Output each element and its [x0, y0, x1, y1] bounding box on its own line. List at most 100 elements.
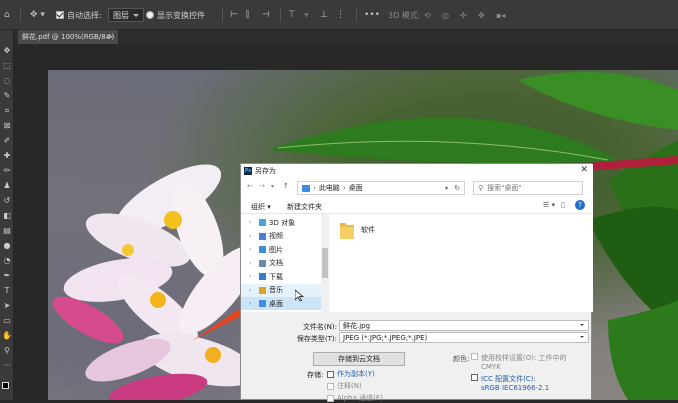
nav-item[interactable]: › 视频	[241, 230, 321, 243]
more-options-icon[interactable]: •••	[364, 0, 380, 30]
nav-item[interactable]: › 文档	[241, 257, 321, 270]
pen-icon[interactable]: ✒	[0, 269, 14, 282]
close-icon[interactable]: ✕	[580, 165, 588, 175]
new-folder-button[interactable]: 新建文件夹	[287, 202, 322, 212]
breadcrumb[interactable]: › 此电脑 › 桌面 ▾ ↻	[297, 181, 465, 195]
as-copy-checkbox[interactable]: 作为副本(Y)	[327, 369, 375, 379]
healing-icon[interactable]: ✚	[0, 149, 14, 162]
distribute-icon[interactable]: ⋮	[336, 0, 345, 30]
nav-item[interactable]: › 下载	[241, 270, 321, 283]
nav-item[interactable]: › 音乐	[241, 283, 321, 297]
align-hcenter-icon[interactable]: ⫿	[246, 0, 249, 30]
expand-arrow-icon[interactable]: ›	[249, 260, 251, 267]
folder-icon	[259, 219, 266, 226]
align-top-icon[interactable]: ⊤	[288, 0, 296, 30]
foreground-color-swatch[interactable]	[2, 382, 9, 389]
folder-icon	[259, 232, 266, 240]
dodge-icon[interactable]: ◔	[0, 254, 14, 267]
expand-arrow-icon[interactable]: ›	[249, 246, 251, 253]
command-bar: 组织 ▾ 新建文件夹 ☰ ▾ ▯ ?	[241, 198, 593, 214]
brush-icon[interactable]: ✏	[0, 164, 14, 177]
auto-select-checkbox[interactable]: 自动选择:	[56, 0, 102, 30]
checkbox-icon	[327, 394, 334, 402]
shape-icon[interactable]: ▭	[0, 314, 14, 327]
pan-3d-icon[interactable]: ✣	[460, 0, 467, 30]
slide-3d-icon[interactable]: ✥	[478, 0, 485, 30]
preview-pane-icon[interactable]: ▯	[561, 201, 565, 209]
expand-arrow-icon[interactable]: ›	[249, 219, 251, 226]
refresh-icon[interactable]: ↻	[454, 184, 460, 192]
roll-3d-icon[interactable]: ◎	[442, 0, 449, 30]
scale-3d-icon[interactable]: ▪◂	[496, 0, 505, 30]
folder-icon	[259, 273, 266, 280]
more-tools-icon[interactable]: ···	[0, 359, 14, 372]
nav-item-label: 视频	[269, 232, 283, 240]
expand-arrow-icon[interactable]: ›	[249, 287, 251, 294]
frame-icon[interactable]: ⊠	[0, 119, 14, 132]
nav-item[interactable]: › 图片	[241, 243, 321, 256]
search-placeholder: 搜索"桌面"	[487, 184, 522, 192]
quick-select-icon[interactable]: ✎	[0, 89, 14, 102]
nav-item[interactable]: › 桌面	[241, 297, 321, 310]
breadcrumb-item[interactable]: 此电脑	[319, 183, 340, 193]
align-right-icon[interactable]: ⊣	[262, 0, 270, 30]
scrollbar[interactable]	[321, 214, 329, 312]
stamp-icon[interactable]: ♟	[0, 179, 14, 192]
notes-checkbox[interactable]: 注释(N)	[327, 381, 362, 391]
zoom-icon[interactable]: ⚲	[0, 344, 14, 357]
filename-value: 鲜花.jpg	[343, 321, 371, 330]
alpha-checkbox[interactable]: Alpha 通道(E)	[327, 393, 383, 403]
filetype-select[interactable]: JPEG (*.JPG;*.JPEG;*.JPE)	[339, 332, 589, 343]
layer-select-dropdown[interactable]: 图层	[108, 0, 144, 30]
view-options-icon[interactable]: ☰ ▾	[543, 201, 555, 209]
chevron-down-icon[interactable]: ▾	[445, 185, 448, 192]
help-icon[interactable]: ?	[575, 200, 585, 210]
as-copy-label: 作为副本(Y)	[337, 370, 375, 378]
icc-checkbox[interactable]: ICC 配置文件(C): sRGB IEC61966-2.1	[471, 374, 549, 392]
show-transform-checkbox[interactable]: 显示变换控件	[146, 0, 205, 30]
align-left-icon[interactable]: ⊢	[230, 0, 238, 30]
expand-arrow-icon[interactable]: ›	[249, 233, 251, 240]
recent-dropdown-icon[interactable]: ▾	[271, 183, 274, 190]
document-tab[interactable]: 鲜花.pdf @ 100%(RGB/8#) ×	[18, 30, 118, 44]
filename-input[interactable]: 鲜花.jpg	[339, 320, 589, 331]
gradient-icon[interactable]: ▤	[0, 224, 14, 237]
chevron-right-icon: ›	[313, 184, 316, 192]
organize-button[interactable]: 组织 ▾	[251, 202, 271, 212]
divider	[222, 8, 223, 22]
checkbox-icon	[327, 382, 334, 390]
scrollbar-thumb[interactable]	[322, 248, 328, 278]
home-icon[interactable]: ⌂	[4, 0, 10, 30]
use-proof-checkbox[interactable]: 使用校样设置(O): 工作中的 CMYK	[471, 353, 581, 371]
orbit-3d-icon[interactable]: ⟲	[424, 0, 431, 30]
align-vcenter-icon[interactable]: ⫟	[304, 0, 309, 30]
folder-label: 软件	[361, 226, 375, 234]
close-tab-icon[interactable]: ×	[108, 33, 114, 41]
search-icon: ⚲	[478, 184, 484, 192]
history-brush-icon[interactable]: ↺	[0, 194, 14, 207]
nav-item-label: 下载	[269, 272, 283, 281]
search-input[interactable]: ⚲ 搜索"桌面"	[473, 181, 583, 195]
lasso-icon[interactable]: ◌	[0, 74, 14, 87]
move-icon[interactable]: ✥	[0, 44, 14, 57]
folder-item[interactable]: 软件	[339, 220, 379, 254]
type-icon[interactable]: T	[0, 284, 14, 297]
eyedropper-icon[interactable]: ✐	[0, 134, 14, 147]
move-tool-preset-icon[interactable]: ✥ ▾	[30, 0, 45, 30]
expand-arrow-icon[interactable]: ›	[249, 273, 251, 280]
nav-item[interactable]: › 3D 对象	[241, 216, 321, 229]
eraser-icon[interactable]: ◧	[0, 209, 14, 222]
expand-arrow-icon[interactable]: ›	[249, 300, 251, 307]
marquee-icon[interactable]: ⬚	[0, 59, 14, 72]
forward-icon[interactable]: →	[259, 182, 265, 190]
path-select-icon[interactable]: ➤	[0, 299, 14, 312]
back-icon[interactable]: ←	[247, 182, 253, 190]
breadcrumb-item[interactable]: 桌面	[349, 183, 363, 193]
crop-icon[interactable]: ⌗	[0, 104, 14, 117]
align-bottom-icon[interactable]: ⊥	[320, 0, 328, 30]
save-to-cloud-button[interactable]: 存储到云文档	[313, 352, 405, 366]
hand-icon[interactable]: ✋	[0, 329, 14, 342]
blur-icon[interactable]: ●	[0, 239, 14, 252]
divider	[280, 8, 281, 22]
up-icon[interactable]: ↑	[283, 182, 289, 190]
